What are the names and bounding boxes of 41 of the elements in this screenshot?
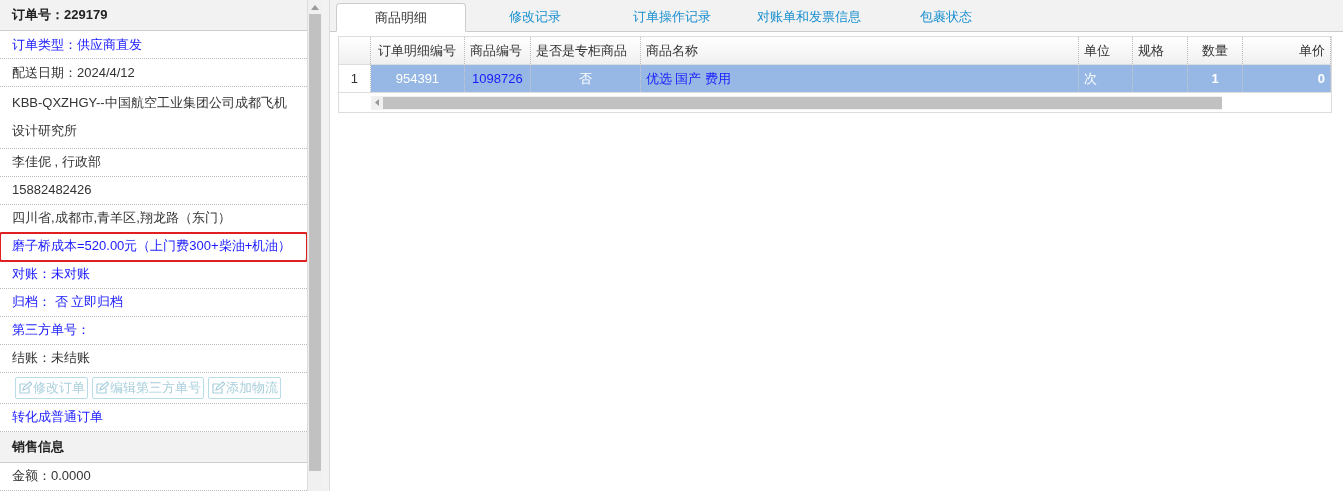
table-cell-text: 1098726 (472, 69, 523, 88)
table-cell-text: 1 (1211, 69, 1219, 88)
info-link[interactable]: 第三方单号： (12, 321, 90, 340)
table-cell-text: 否 (578, 69, 592, 88)
column-header: 商品名称 (640, 37, 1080, 64)
info-link[interactable]: 归档： 否 立即归档 (12, 293, 124, 312)
info-link[interactable]: 对账：未对账 (12, 265, 90, 284)
column-header: 单价 (1243, 37, 1331, 64)
info-text: 四川省,成都市,青羊区,翔龙路（东门） (12, 209, 231, 228)
table-row[interactable]: 1 954391 1098726 否 优选 国产 费用 次 1 0 (339, 65, 1331, 92)
pencil-icon (95, 380, 109, 395)
info-link[interactable]: 转化成普通订单 (12, 408, 103, 427)
column-header: 是否是专柜商品 (530, 37, 641, 64)
scrollbar[interactable] (308, 0, 322, 491)
info-link[interactable]: 磨子桥成本=520.00元（上门费300+柴油+机油） (12, 237, 292, 256)
column-header: 订单明细编号 (370, 37, 465, 64)
info-text: KBB-QXZHGY--中国航空工业集团公司成都飞机设计研究所 (12, 94, 288, 141)
table-cell-text: 次 (1084, 69, 1098, 88)
column-header: 商品编号 (464, 37, 531, 64)
row-number: 1 (339, 65, 371, 92)
table-cell-text: 0 (1317, 69, 1325, 88)
panel-title: 销售信息 (12, 438, 64, 457)
info-text: 结账：未结账 (12, 349, 90, 368)
panel-title: 订单号：229179 (12, 6, 108, 25)
column-header: 单位 (1079, 37, 1134, 64)
splitter[interactable] (322, 0, 330, 491)
table-cell-text: 954391 (395, 69, 440, 88)
scroll-up-icon[interactable] (311, 5, 319, 10)
column-header: 数量 (1188, 37, 1244, 64)
tab[interactable]: 商品明细 (336, 3, 466, 32)
scroll-thumb[interactable] (309, 14, 321, 471)
info-text: 15882482426 (12, 181, 92, 200)
pencil-icon (18, 380, 32, 395)
table-cell-text: 优选 国产 费用 (645, 69, 731, 88)
info-text: 李佳伲 , 行政部 (12, 153, 101, 172)
column-header: 规格 (1133, 37, 1189, 64)
info-text: 金额：0.0000 (12, 467, 91, 486)
info-link[interactable]: 订单类型：供应商直发 (12, 35, 142, 54)
pencil-icon (211, 380, 225, 395)
scroll-left-icon[interactable] (375, 99, 379, 106)
info-text: 配送日期：2024/4/12 (12, 63, 135, 82)
